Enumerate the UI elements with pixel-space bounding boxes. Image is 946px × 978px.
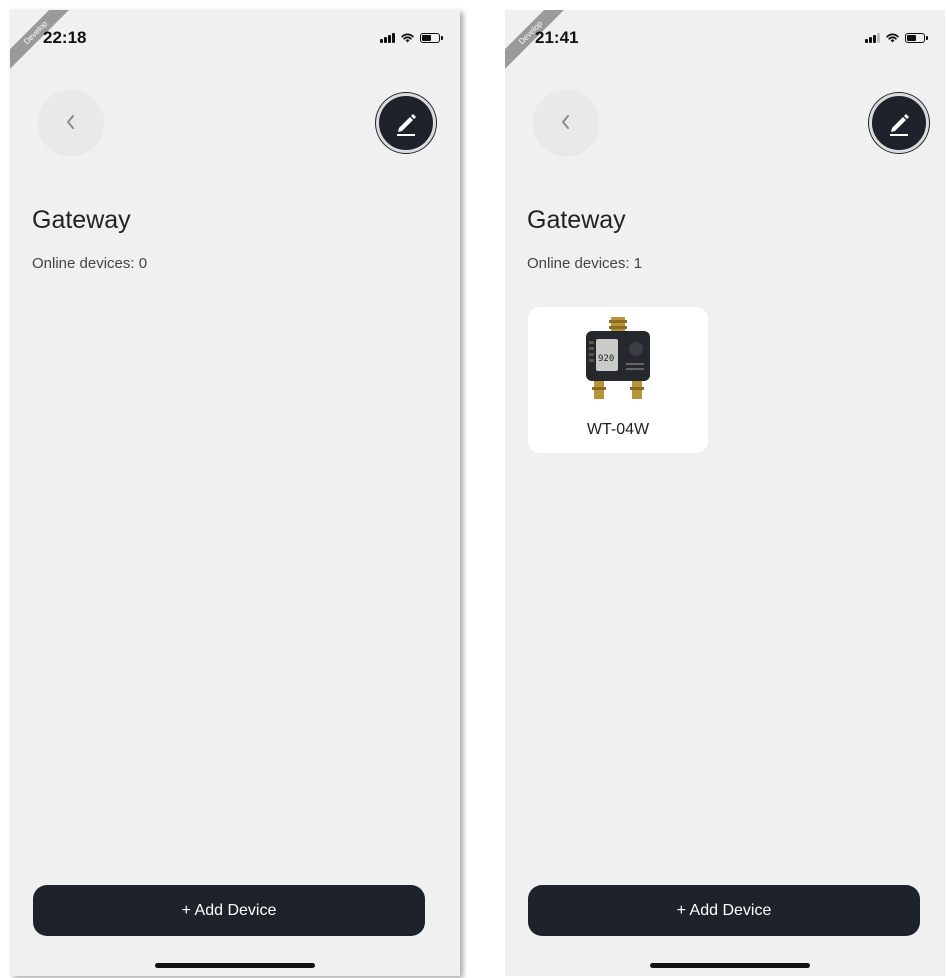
status-icons xyxy=(865,31,928,43)
phone-screen-empty: Develop 22:18 Gateway Online devices: 0 … xyxy=(10,10,460,976)
pencil-icon xyxy=(397,114,416,136)
wifi-icon xyxy=(401,33,414,43)
page-title: Gateway xyxy=(527,206,626,234)
status-time: 21:41 xyxy=(535,28,579,47)
add-device-button[interactable]: + Add Device xyxy=(528,885,920,936)
cellular-signal-icon xyxy=(380,32,395,43)
battery-icon xyxy=(420,33,443,43)
status-time: 22:18 xyxy=(43,28,87,47)
home-indicator xyxy=(155,963,315,968)
pencil-icon xyxy=(890,114,909,136)
chevron-left-icon xyxy=(562,115,569,129)
status-icons xyxy=(380,31,443,43)
chevron-left-icon xyxy=(67,115,74,129)
edit-button[interactable] xyxy=(376,93,436,153)
online-devices-count: Online devices: 0 xyxy=(32,255,148,272)
phone-screen-with-device: Develop 21:41 Gateway Online devices: 1 … xyxy=(505,10,945,976)
add-device-button[interactable]: + Add Device xyxy=(33,885,425,936)
comparison-stage: Develop 22:18 Gateway Online devices: 0 … xyxy=(0,0,946,978)
device-card[interactable]: 920 WT-04W xyxy=(528,307,708,453)
page-title: Gateway xyxy=(32,206,131,234)
back-button[interactable] xyxy=(39,90,103,154)
battery-icon xyxy=(905,33,928,43)
home-indicator xyxy=(650,963,810,968)
water-timer-device-image: 920 xyxy=(586,317,650,399)
device-lcd-text: 920 xyxy=(598,354,614,364)
online-devices-count: Online devices: 1 xyxy=(527,255,643,272)
edit-button[interactable] xyxy=(869,93,929,153)
device-name: WT-04W xyxy=(586,421,650,438)
cellular-signal-icon xyxy=(865,32,880,43)
wifi-icon xyxy=(886,33,899,43)
back-button[interactable] xyxy=(534,90,598,154)
